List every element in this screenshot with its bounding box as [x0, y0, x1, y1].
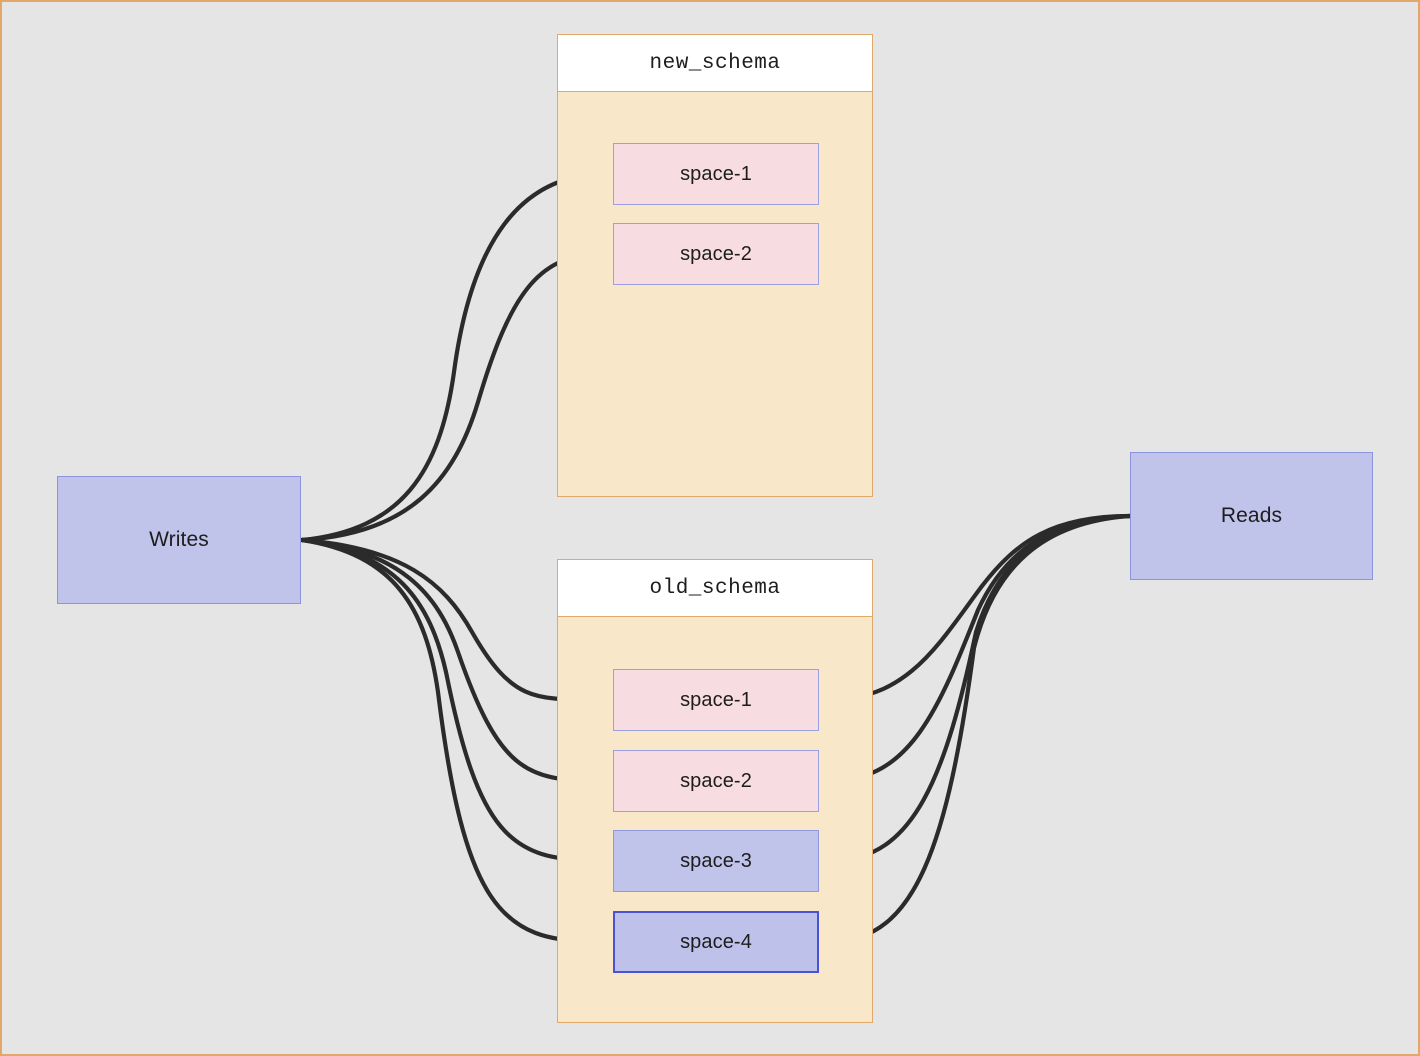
edge-writes-new-space-2: [299, 243, 603, 543]
space-node-new-space-1[interactable]: space-1: [613, 143, 819, 205]
schema-container-old[interactable]: old_schema space-1 space-2 space-3 space…: [557, 559, 873, 1023]
edge-writes-old-space-2: [299, 537, 603, 793]
space-node-old-space-1[interactable]: space-1: [613, 669, 819, 731]
edge-reads-old-space-2: [827, 513, 1133, 792]
space-node-old-space-2[interactable]: space-2: [613, 750, 819, 812]
edge-writes-old-space-4: [299, 537, 603, 954]
space-node-label: space-1: [680, 162, 752, 185]
space-node-old-space-3[interactable]: space-3: [613, 830, 819, 892]
schema-title-old: old_schema: [558, 560, 872, 617]
edge-reads-old-space-3: [827, 513, 1133, 872]
node-writes-label: Writes: [149, 528, 209, 551]
schema-body-old: space-1 space-2 space-3 space-4: [558, 617, 872, 1022]
edge-writes-new-space-1: [299, 163, 603, 543]
space-node-new-space-2[interactable]: space-2: [613, 223, 819, 285]
space-node-old-space-4[interactable]: space-4: [613, 911, 819, 973]
space-node-label: space-2: [680, 242, 752, 265]
node-reads-label: Reads: [1220, 504, 1283, 527]
schema-body-new: space-1 space-2: [558, 92, 872, 496]
edge-writes-old-space-3: [299, 537, 603, 872]
space-node-label: space-2: [680, 769, 752, 792]
node-writes[interactable]: Writes: [57, 476, 301, 604]
space-node-label: space-1: [680, 688, 752, 711]
space-node-label: space-4: [680, 930, 752, 953]
schema-title-new: new_schema: [558, 35, 872, 92]
diagram-canvas: Writes Reads new_schema space-1 space-2 …: [0, 0, 1420, 1056]
edge-writes-old-space-1: [299, 537, 603, 711]
edge-reads-old-space-4: [827, 513, 1133, 953]
edge-reads-old-space-1: [827, 513, 1133, 711]
space-node-label: space-3: [680, 849, 752, 872]
node-reads[interactable]: Reads: [1130, 452, 1373, 580]
schema-container-new[interactable]: new_schema space-1 space-2: [557, 34, 873, 497]
